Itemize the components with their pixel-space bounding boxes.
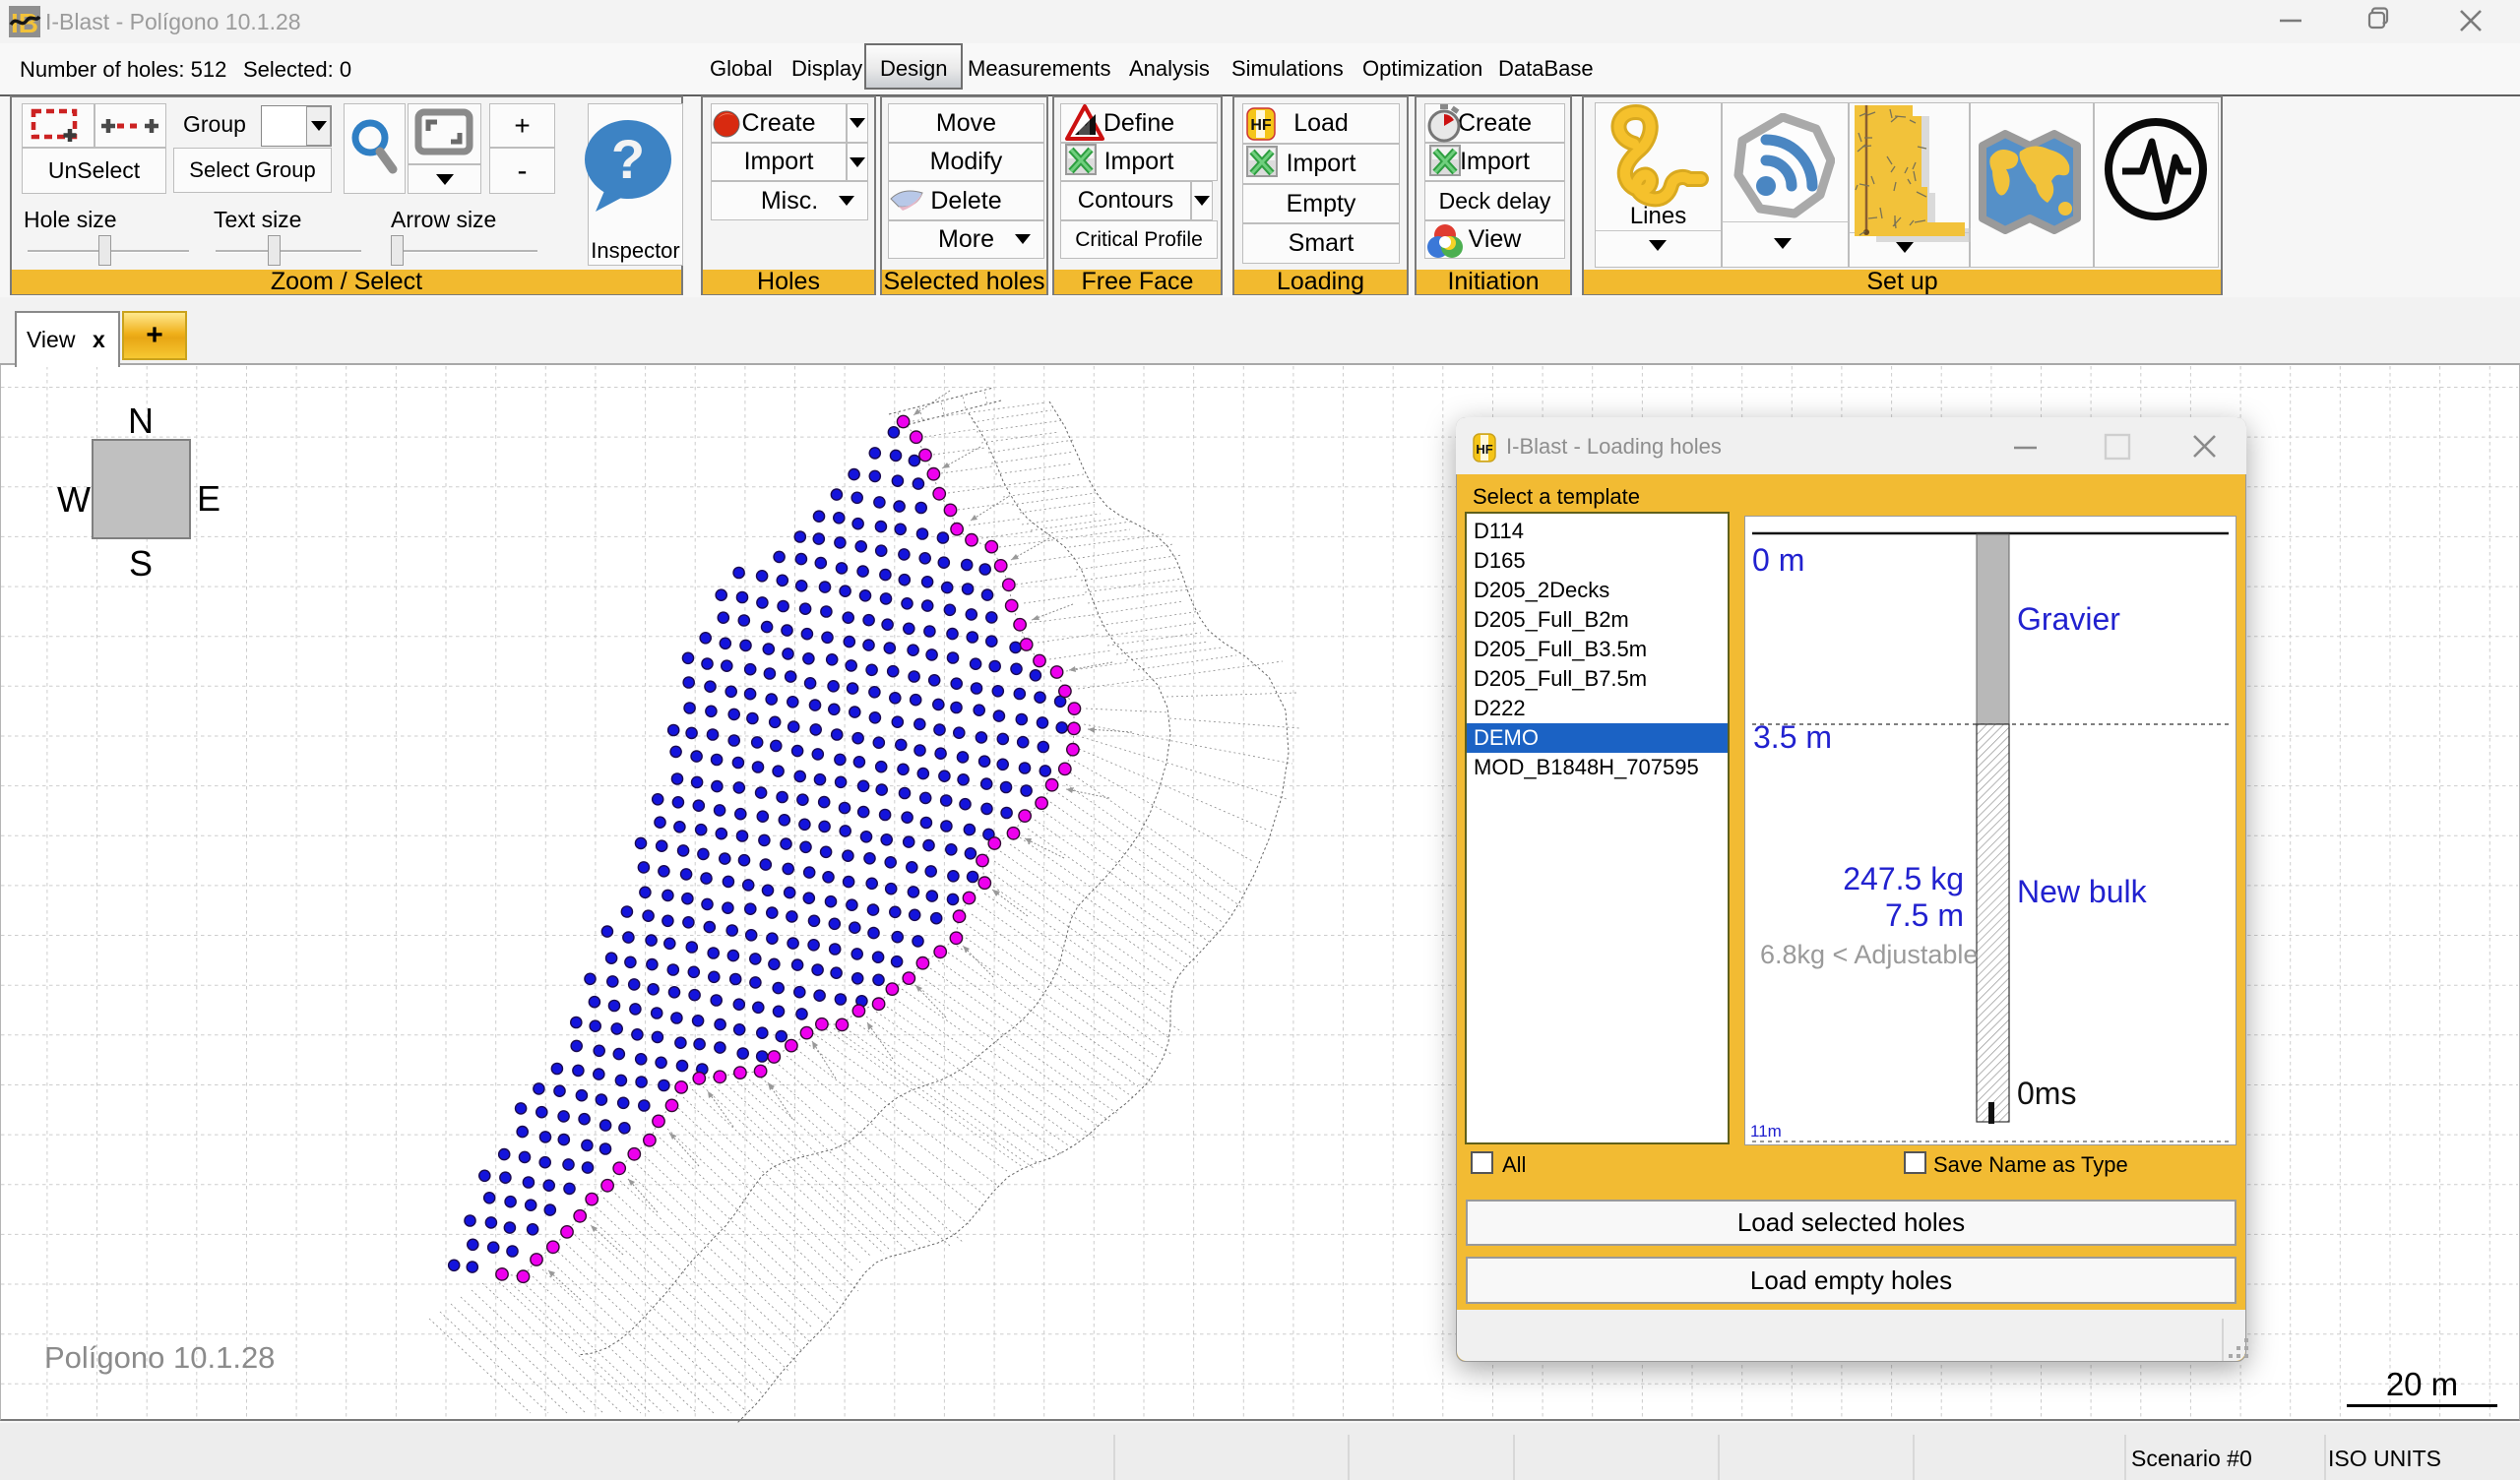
svg-text:N: N (128, 401, 154, 441)
svg-text:6.8kg < Adjustable: 6.8kg < Adjustable (1760, 940, 1978, 969)
svg-text:7.5 m: 7.5 m (1885, 897, 1964, 933)
svg-text:W: W (57, 479, 91, 520)
svg-text:E: E (197, 478, 220, 519)
svg-text:0ms: 0ms (2017, 1076, 2076, 1111)
svg-text:247.5 kg: 247.5 kg (1843, 861, 1964, 896)
svg-text:0 m: 0 m (1752, 542, 1804, 578)
svg-text:S: S (129, 543, 153, 584)
svg-text:3.5 m: 3.5 m (1753, 719, 1832, 755)
svg-text:New bulk: New bulk (2017, 874, 2148, 909)
svg-text:HF: HF (1476, 442, 1492, 457)
svg-text:Gravier: Gravier (2017, 601, 2120, 637)
svg-text:11m: 11m (1750, 1122, 1782, 1141)
